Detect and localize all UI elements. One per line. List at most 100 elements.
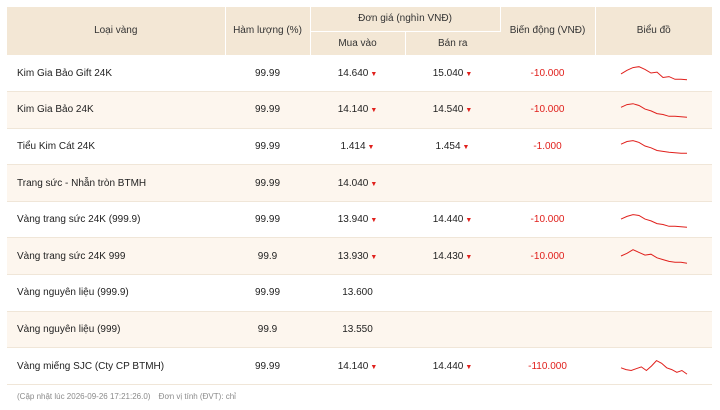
header-purity: Hàm lượng (%) (225, 7, 311, 56)
buy-price-cell-value: 13.550 (342, 323, 373, 335)
purity-cell-value: 99.99 (254, 287, 281, 299)
buy-price-cell: 14.140 ▼ (310, 91, 405, 129)
purity-cell: 99.9 (225, 237, 310, 276)
change-cell: -110.000 (500, 347, 596, 385)
sell-price-cell (405, 164, 501, 202)
change-cell-value: -10.000 (530, 104, 565, 116)
purity-cell: 99.99 (225, 274, 310, 312)
purity-cell-value: 99.99 (254, 67, 281, 79)
down-arrow-icon: ▼ (370, 217, 378, 225)
buy-price-cell: 13.940 ▼ (310, 201, 405, 239)
gold-type-cell: Vàng nguyên liệu (999.9) (7, 274, 225, 312)
sell-price-cell: 14.440 ▼ (405, 201, 501, 239)
buy-price-cell: 1.414 ▼ (310, 128, 405, 166)
change-cell-value: -110.000 (528, 360, 567, 372)
gold-type-cell-value: Vàng trang sức 24K 999 (17, 250, 126, 262)
table-row: Vàng nguyên liệu (999.9) 99.99 13.600 (7, 274, 713, 312)
sparkline-line (620, 103, 687, 118)
purity-cell-value: 99.9 (257, 323, 278, 335)
purity-cell: 99.9 (225, 311, 310, 349)
header-buy: Mua vào (310, 31, 406, 56)
purity-cell-value: 99.99 (254, 140, 281, 152)
table-row: Vàng miếng SJC (Cty CP BTMH) 99.99 14.140 ▼… (7, 347, 713, 385)
sell-price-cell (405, 274, 501, 312)
buy-price-cell: 14.140 ▼ (310, 347, 405, 385)
down-arrow-icon: ▼ (465, 217, 473, 225)
sparkline-chart[interactable] (620, 136, 688, 156)
gold-type-cell: Kim Gia Bảo 24K (7, 91, 225, 129)
purity-cell-value: 99.99 (254, 214, 281, 226)
buy-price-cell-value: 14.140 (337, 360, 369, 372)
header-gold-type: Loại vàng (7, 7, 226, 56)
change-cell: -10.000 (500, 201, 596, 239)
gold-type-cell: Vàng trang sức 24K 999 (7, 237, 225, 276)
sparkline-chart[interactable] (620, 246, 688, 266)
down-arrow-icon: ▼ (367, 143, 375, 151)
down-arrow-icon: ▼ (465, 107, 473, 115)
change-cell: -10.000 (500, 237, 596, 276)
sell-price-cell: 15.040 ▼ (405, 55, 501, 93)
sell-price-cell: 14.430 ▼ (405, 237, 501, 276)
buy-price-cell-value: 13.940 (337, 214, 369, 226)
down-arrow-icon: ▼ (370, 363, 378, 371)
change-cell (500, 274, 596, 312)
down-arrow-icon: ▼ (370, 253, 378, 261)
gold-type-cell: Trang sức - Nhẫn tròn BTMH (7, 164, 225, 202)
header-change: Biến động (VNĐ) (500, 7, 596, 56)
table-footer: (Cập nhật lúc 2026-09-26 17:21:26.0) Đơn… (17, 392, 242, 401)
gold-type-cell: Vàng trang sức 24K (999.9) (7, 201, 225, 239)
header-sell: Bán ra (405, 31, 501, 56)
sparkline-chart[interactable] (620, 100, 688, 120)
sell-price-cell-value: 1.454 (435, 140, 461, 152)
table-row: Trang sức - Nhẫn tròn BTMH 99.99 14.040 ▼ (7, 164, 713, 202)
sell-price-cell: 14.440 ▼ (405, 347, 501, 385)
gold-type-cell: Vàng nguyên liệu (999) (7, 311, 225, 349)
buy-price-cell-value: 14.640 (337, 67, 369, 79)
sparkline-cell (595, 237, 713, 276)
gold-type-cell-value: Vàng nguyên liệu (999.9) (17, 287, 129, 299)
sell-price-cell-value: 14.430 (432, 250, 464, 262)
sparkline-line (620, 213, 687, 228)
down-arrow-icon: ▼ (465, 70, 473, 78)
purity-cell-value: 99.99 (254, 360, 281, 372)
sell-price-cell-value: 15.040 (432, 67, 464, 79)
sparkline-chart[interactable] (620, 356, 688, 376)
gold-type-cell: Vàng miếng SJC (Cty CP BTMH) (7, 347, 225, 385)
table-row: Vàng nguyên liệu (999) 99.9 13.550 (7, 311, 713, 349)
table-header: Loại vàng Hàm lượng (%) Đơn giá (nghìn V… (7, 7, 713, 56)
table-body: Kim Gia Bảo Gift 24K 99.99 14.640 ▼ 15.040 ▼ -… (7, 55, 713, 385)
buy-price-cell: 13.550 (310, 311, 405, 349)
unit-note: Đơn vị tính (ĐVT): chỉ (158, 392, 236, 401)
purity-cell: 99.99 (225, 347, 310, 385)
change-cell-value: -10.000 (530, 250, 565, 262)
sparkline-cell (595, 201, 713, 239)
buy-price-cell: 13.930 ▼ (310, 237, 405, 276)
table-row: Vàng trang sức 24K 999 99.9 13.930 ▼ 14.430 ▼… (7, 237, 713, 276)
sparkline-chart[interactable] (620, 210, 688, 230)
gold-type-cell-value: Trang sức - Nhẫn tròn BTMH (17, 177, 147, 189)
buy-price-cell: 14.040 ▼ (310, 164, 405, 202)
sparkline-line (620, 66, 687, 81)
down-arrow-icon: ▼ (462, 143, 470, 151)
sell-price-cell (405, 311, 501, 349)
sell-price-cell: 14.540 ▼ (405, 91, 501, 129)
gold-type-cell-value: Vàng miếng SJC (Cty CP BTMH) (17, 360, 165, 372)
change-cell: -1.000 (500, 128, 596, 166)
sparkline-chart[interactable] (620, 63, 688, 83)
gold-type-cell-value: Kim Gia Bảo Gift 24K (17, 67, 113, 79)
buy-price-cell: 13.600 (310, 274, 405, 312)
gold-price-table: Loại vàng Hàm lượng (%) Đơn giá (nghìn V… (7, 7, 713, 385)
change-cell-value: -10.000 (530, 67, 565, 79)
purity-cell: 99.99 (225, 128, 310, 166)
sell-price-cell-value: 14.440 (432, 360, 464, 372)
buy-price-cell: 14.640 ▼ (310, 55, 405, 93)
change-cell: -10.000 (500, 91, 596, 129)
buy-price-cell-value: 14.040 (337, 177, 369, 189)
purity-cell-value: 99.99 (254, 177, 281, 189)
sparkline-cell (595, 274, 713, 312)
change-cell-value: -1.000 (533, 140, 562, 152)
gold-type-cell: Kim Gia Bảo Gift 24K (7, 55, 225, 93)
sparkline-line (620, 249, 687, 264)
header-chart: Biểu đồ (595, 7, 713, 56)
update-timestamp: (Cập nhật lúc 2026-09-26 17:21:26.0) (17, 392, 151, 401)
